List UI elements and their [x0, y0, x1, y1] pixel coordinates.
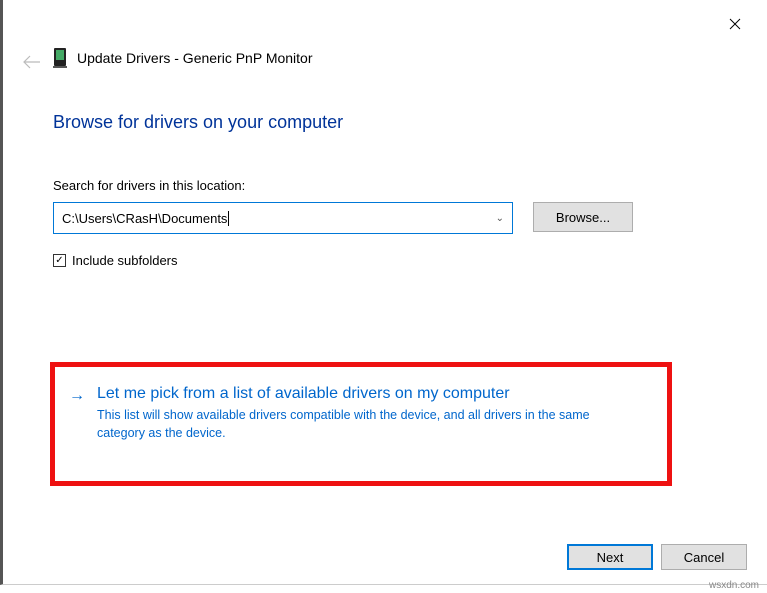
pick-from-list-option[interactable]: → Let me pick from a list of available d…	[69, 385, 657, 442]
next-button[interactable]: Next	[567, 544, 653, 570]
close-button[interactable]	[717, 12, 753, 36]
header-row: Update Drivers - Generic PnP Monitor	[53, 48, 313, 68]
chevron-down-icon: ⌄	[496, 213, 504, 224]
page-heading: Browse for drivers on your computer	[53, 112, 343, 133]
highlight-annotation: → Let me pick from a list of available d…	[50, 362, 672, 486]
arrow-right-icon: →	[69, 387, 85, 405]
path-row: C:\Users\CRasH\Documents ⌄ Browse...	[53, 202, 633, 234]
pick-option-title: Let me pick from a list of available dri…	[97, 385, 637, 403]
dialog-footer: Next Cancel	[567, 544, 747, 570]
back-arrow-icon[interactable]	[23, 55, 41, 72]
cancel-button[interactable]: Cancel	[661, 544, 747, 570]
watermark: wsxdn.com	[709, 580, 759, 591]
close-icon	[729, 18, 741, 30]
driver-path-value: C:\Users\CRasH\Documents	[62, 211, 229, 226]
include-subfolders-row[interactable]: ✓ Include subfolders	[53, 253, 178, 268]
driver-path-combobox[interactable]: C:\Users\CRasH\Documents ⌄	[53, 202, 513, 234]
pick-option-content: Let me pick from a list of available dri…	[97, 385, 637, 442]
window-title: Update Drivers - Generic PnP Monitor	[77, 50, 313, 66]
browse-button[interactable]: Browse...	[533, 202, 633, 232]
pick-option-description: This list will show available drivers co…	[97, 407, 637, 442]
search-location-label: Search for drivers in this location:	[53, 178, 245, 193]
dialog-frame: Update Drivers - Generic PnP Monitor Bro…	[0, 0, 767, 585]
monitor-icon	[53, 48, 67, 68]
include-subfolders-checkbox[interactable]: ✓	[53, 254, 66, 267]
include-subfolders-label: Include subfolders	[72, 253, 178, 268]
